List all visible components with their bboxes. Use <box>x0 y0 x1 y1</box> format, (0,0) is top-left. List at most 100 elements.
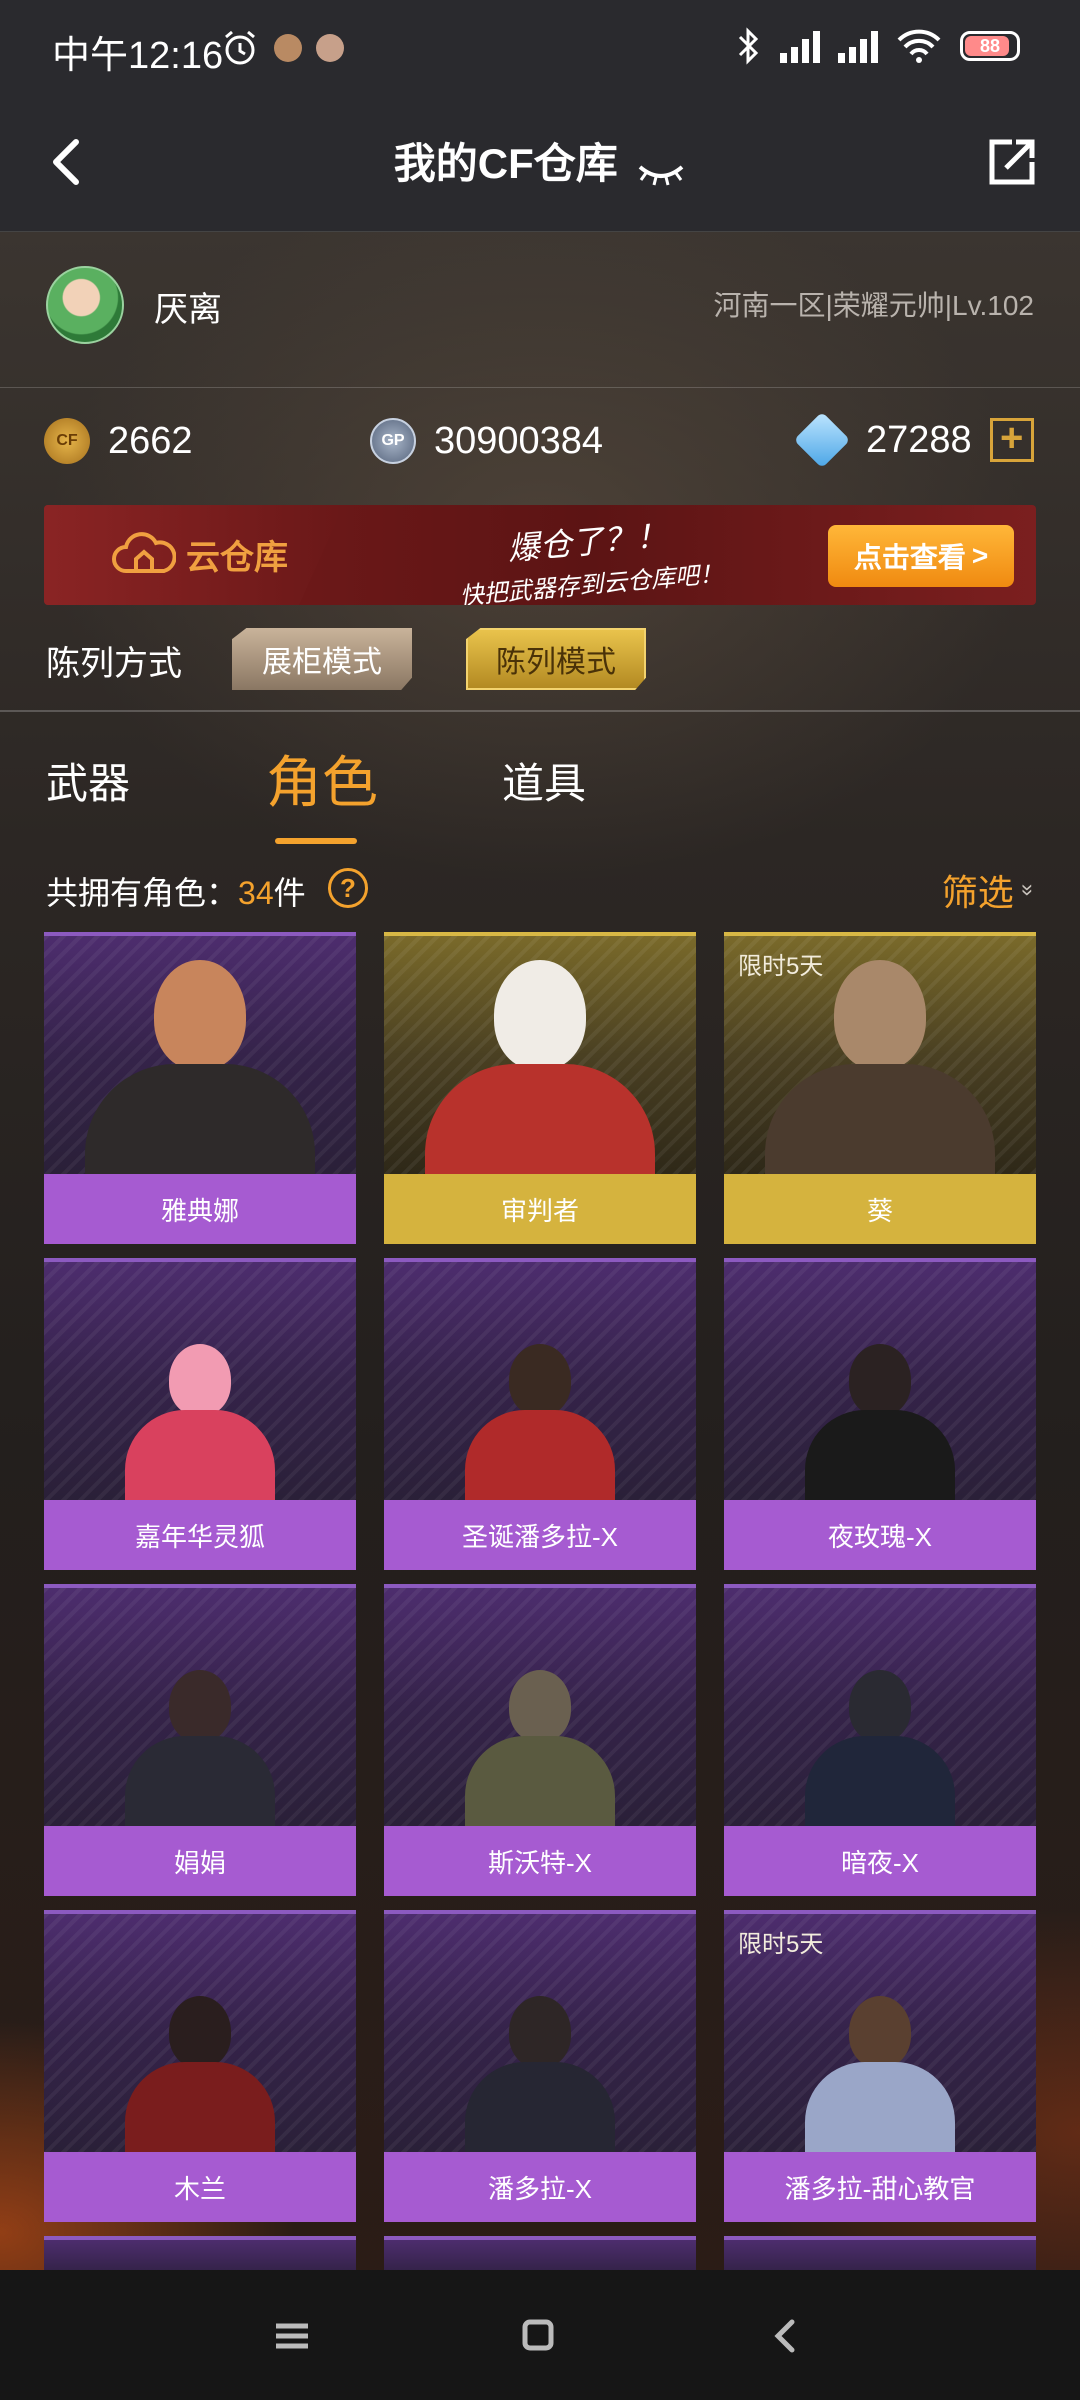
filter-button[interactable]: 筛选 » <box>941 864 1041 916</box>
character-count-value: 34 <box>238 875 274 911</box>
tab-characters[interactable]: 角色 <box>266 738 378 819</box>
character-portrait <box>44 1258 356 1500</box>
cf-points-value: 2662 <box>108 419 193 462</box>
character-card[interactable]: 潘多拉-X <box>384 1910 696 2222</box>
character-name: 夜玫瑰-X <box>724 1500 1036 1570</box>
title-wrap: 我的CF仓库 <box>0 130 1080 191</box>
gp-points: GP 30900384 <box>370 418 603 464</box>
character-name: 暗夜-X <box>724 1826 1036 1896</box>
username: 厌离 <box>154 291 222 329</box>
character-card[interactable]: 暗夜-X <box>724 1584 1036 1896</box>
character-figure <box>85 960 315 1174</box>
cloud-house-icon <box>112 532 176 573</box>
character-figure <box>465 1996 615 2152</box>
character-figure <box>425 960 655 1174</box>
character-card[interactable]: 夜玫瑰-X <box>724 1258 1036 1570</box>
character-portrait <box>384 1258 696 1500</box>
character-figure <box>125 1670 275 1826</box>
chevron-right-icon: > <box>971 540 989 571</box>
time-limit-tag: 限时5天 <box>738 953 824 980</box>
character-count-label: 共拥有角色： <box>46 875 239 911</box>
character-portrait <box>44 1584 356 1826</box>
character-grid: 雅典娜 审判者 限时5天葵嘉年华灵狐 圣诞潘多拉-X 夜玫瑰-X 娟娟 斯沃特-X 暗夜-X 木… <box>44 932 1036 2222</box>
cloud-storage-title: 云仓库 <box>186 538 288 577</box>
cloud-storage-banner[interactable]: 云仓库 爆仓了？！ 快把武器存到云仓库吧！ 点击查看 > <box>44 505 1036 605</box>
time-limit-tag: 限时5天 <box>738 1931 824 1958</box>
tab-weapons[interactable]: 武器 <box>46 750 130 811</box>
diamond-icon <box>793 411 851 469</box>
system-nav-bar <box>0 2270 1080 2400</box>
character-portrait <box>724 1258 1036 1500</box>
battery-icon: 88 <box>960 31 1020 61</box>
character-figure <box>125 1996 275 2152</box>
character-portrait <box>44 932 356 1174</box>
diamonds-value: 27288 <box>866 418 972 461</box>
filter-label: 筛选 <box>941 872 1014 913</box>
wifi-icon <box>897 29 941 63</box>
character-card[interactable]: 斯沃特-X <box>384 1584 696 1896</box>
diamonds: 27288 + <box>793 411 1034 469</box>
character-figure <box>765 960 995 1174</box>
help-icon[interactable]: ? <box>328 868 368 908</box>
character-card[interactable]: 雅典娜 <box>44 932 356 1244</box>
character-card-partial[interactable] <box>44 2236 356 2270</box>
character-card[interactable]: 限时5天葵 <box>724 932 1036 1244</box>
tab-items[interactable]: 道具 <box>502 750 586 811</box>
chevron-down-icon: » <box>1015 883 1041 897</box>
currency-row: CF 2662 GP 30900384 27288 + <box>0 388 1080 508</box>
character-name: 娟娟 <box>44 1826 356 1896</box>
status-bar: 中午12:16 88 <box>0 0 1080 96</box>
display-mode-label: 陈列方式 <box>46 645 182 683</box>
character-figure <box>805 1344 955 1500</box>
character-portrait <box>44 1910 356 2152</box>
status-system-icons: 88 <box>736 26 1020 66</box>
signal-icon <box>838 29 878 63</box>
character-name: 审判者 <box>384 1174 696 1244</box>
active-tab-indicator <box>275 838 357 844</box>
cloud-storage-logo: 云仓库 <box>112 529 288 579</box>
character-card[interactable]: 嘉年华灵狐 <box>44 1258 356 1570</box>
banner-slogan: 爆仓了？！ 快把武器存到云仓库吧！ <box>396 505 782 605</box>
avatar[interactable] <box>46 266 124 344</box>
divider <box>0 710 1080 712</box>
status-notification-icons <box>220 28 344 68</box>
character-count-unit: 件 <box>273 875 306 911</box>
alarm-icon <box>225 30 255 65</box>
summary-row: 共拥有角色：34件 ? 筛选 » <box>0 860 1080 920</box>
character-card[interactable]: 审判者 <box>384 932 696 1244</box>
page-title: 我的CF仓库 <box>393 140 618 187</box>
server-rank-level: 河南一区|荣耀元帅|Lv.102 <box>713 290 1034 321</box>
showcase-mode-button[interactable]: 展柜模式 <box>232 628 412 690</box>
list-mode-button[interactable]: 陈列模式 <box>466 628 646 690</box>
add-diamonds-button[interactable]: + <box>989 418 1034 462</box>
character-name: 斯沃特-X <box>384 1826 696 1896</box>
share-icon[interactable] <box>982 132 1042 192</box>
gp-coin-icon: GP <box>370 418 416 464</box>
character-figure <box>465 1344 615 1500</box>
user-info: 厌离 河南一区|荣耀元帅|Lv.102 <box>0 232 1080 388</box>
character-name: 嘉年华灵狐 <box>44 1500 356 1570</box>
home-icon[interactable] <box>508 2308 568 2364</box>
character-card[interactable]: 娟娟 <box>44 1584 356 1896</box>
character-card-partial[interactable] <box>384 2236 696 2270</box>
bluetooth-icon <box>738 27 759 65</box>
gp-value: 30900384 <box>434 419 604 462</box>
character-portrait <box>724 1584 1036 1826</box>
character-portrait <box>384 1910 696 2152</box>
app-header: 我的CF仓库 <box>0 96 1080 232</box>
view-cloud-button[interactable]: 点击查看 > <box>828 525 1014 587</box>
character-figure <box>465 1670 615 1826</box>
character-card[interactable]: 圣诞潘多拉-X <box>384 1258 696 1570</box>
character-card[interactable]: 限时5天潘多拉-甜心教官 <box>724 1910 1036 2222</box>
category-tabs: 武器 角色 道具 <box>0 730 1080 850</box>
eye-closed-icon[interactable] <box>636 159 686 189</box>
character-card-partial[interactable] <box>724 2236 1036 2270</box>
character-card[interactable]: 木兰 <box>44 1910 356 2222</box>
back-nav-icon[interactable] <box>756 2308 816 2364</box>
character-name: 潘多拉-X <box>384 2152 696 2222</box>
display-mode-row: 陈列方式 展柜模式 陈列模式 <box>0 610 1080 710</box>
status-time: 中午12:16 <box>52 35 224 77</box>
menu-icon[interactable] <box>262 2308 322 2364</box>
app-notification-icon <box>316 34 344 62</box>
character-name: 潘多拉-甜心教官 <box>724 2152 1036 2222</box>
